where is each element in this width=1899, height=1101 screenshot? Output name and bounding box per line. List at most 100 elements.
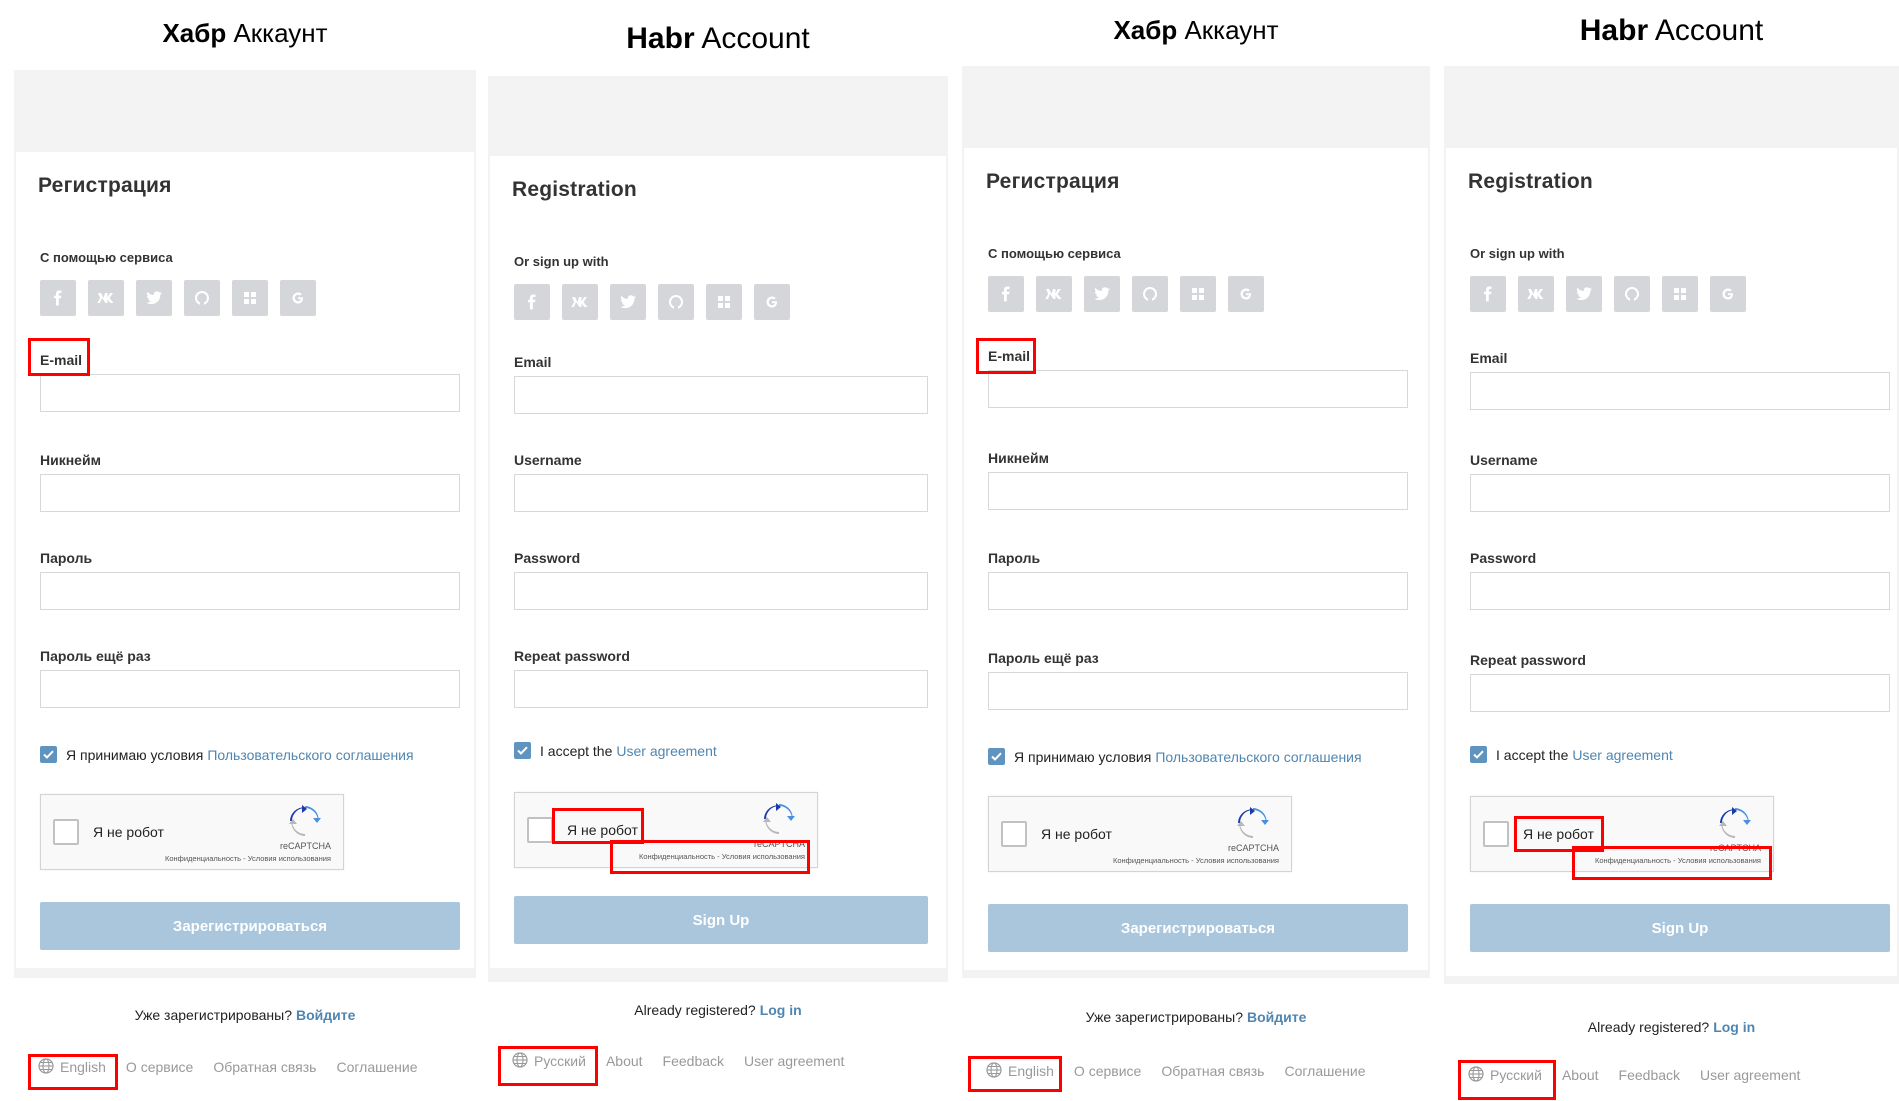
recaptcha-checkbox[interactable] <box>1001 821 1027 847</box>
brand-logo[interactable]: Habr Account <box>488 22 948 56</box>
user-agreement-link[interactable]: User agreement <box>1572 747 1672 763</box>
twitter-login-button[interactable] <box>610 284 646 320</box>
vk-login-button[interactable] <box>1518 276 1554 312</box>
social-signup-label: Or sign up with <box>514 254 609 269</box>
github-login-button[interactable] <box>658 284 694 320</box>
password-input[interactable] <box>40 572 460 610</box>
agreement-checkbox[interactable] <box>1470 746 1487 763</box>
vk-login-button[interactable] <box>88 280 124 316</box>
password-input[interactable] <box>988 572 1408 610</box>
signup-button[interactable]: Sign Up <box>1470 904 1890 952</box>
footer-about-link[interactable]: О сервисе <box>1074 1063 1141 1079</box>
facebook-login-button[interactable] <box>1470 276 1506 312</box>
repeat-password-input[interactable] <box>514 670 928 708</box>
repeat-password-input[interactable] <box>1470 674 1890 712</box>
footer-feedback-link[interactable]: Feedback <box>1619 1067 1680 1083</box>
microsoft-login-button[interactable] <box>232 280 268 316</box>
email-input[interactable] <box>514 376 928 414</box>
footer-agreement-link[interactable]: User agreement <box>744 1053 844 1069</box>
username-input[interactable] <box>1470 474 1890 512</box>
recaptcha-icon <box>289 805 321 842</box>
recaptcha-label: Я не робот <box>1041 826 1112 842</box>
agreement-checkbox[interactable] <box>514 742 531 759</box>
footer-about-link[interactable]: About <box>606 1053 643 1069</box>
registration-card: Регистрация С помощью сервиса E-mail Никней… <box>964 148 1428 970</box>
email-input[interactable] <box>40 374 460 412</box>
repeat-password-input[interactable] <box>40 670 460 708</box>
github-login-button[interactable] <box>1614 276 1650 312</box>
google-login-button[interactable] <box>280 280 316 316</box>
github-icon <box>668 294 684 310</box>
github-login-button[interactable] <box>1132 276 1168 312</box>
login-link[interactable]: Log in <box>1713 1019 1755 1035</box>
recaptcha-terms-link[interactable]: Конфиденциальность - Условия использован… <box>639 852 805 861</box>
facebook-login-button[interactable] <box>514 284 550 320</box>
password-input[interactable] <box>514 572 928 610</box>
recaptcha-terms-link[interactable]: Конфиденциальность - Условия использован… <box>1595 856 1761 865</box>
github-login-button[interactable] <box>184 280 220 316</box>
google-login-button[interactable] <box>1228 276 1264 312</box>
recaptcha-widget: Я не робот reCAPTCHA Конфиденциальность - … <box>514 792 818 868</box>
login-link[interactable]: Войдите <box>1247 1009 1306 1025</box>
brand-logo[interactable]: Хабр Аккаунт <box>14 18 476 49</box>
language-switch[interactable]: Русский <box>1468 1065 1542 1085</box>
email-input[interactable] <box>1470 372 1890 410</box>
user-agreement-link[interactable]: Пользовательского соглашения <box>207 747 413 763</box>
microsoft-login-button[interactable] <box>1662 276 1698 312</box>
language-switch[interactable]: English <box>38 1057 106 1077</box>
vk-login-button[interactable] <box>562 284 598 320</box>
recaptcha-checkbox[interactable] <box>53 819 79 845</box>
facebook-login-button[interactable] <box>40 280 76 316</box>
agreement-checkbox[interactable] <box>988 748 1005 765</box>
login-link[interactable]: Log in <box>760 1002 802 1018</box>
recaptcha-terms-link[interactable]: Конфиденциальность - Условия использован… <box>165 854 331 863</box>
recaptcha-terms-link[interactable]: Конфиденциальность - Условия использован… <box>1113 856 1279 865</box>
recaptcha-checkbox[interactable] <box>527 817 553 843</box>
microsoft-login-button[interactable] <box>706 284 742 320</box>
signup-button[interactable]: Sign Up <box>514 896 928 944</box>
user-agreement-link[interactable]: User agreement <box>616 743 716 759</box>
footer-feedback-link[interactable]: Обратная связь <box>213 1059 316 1075</box>
signup-button[interactable]: Зарегистрироваться <box>988 904 1408 952</box>
google-login-button[interactable] <box>1710 276 1746 312</box>
username-input[interactable] <box>40 474 460 512</box>
microsoft-login-button[interactable] <box>1180 276 1216 312</box>
footer-about-link[interactable]: О сервисе <box>126 1059 193 1075</box>
twitter-login-button[interactable] <box>1084 276 1120 312</box>
signup-button[interactable]: Зарегистрироваться <box>40 902 460 950</box>
twitter-icon <box>620 295 636 309</box>
google-login-button[interactable] <box>754 284 790 320</box>
login-link[interactable]: Войдите <box>296 1007 355 1023</box>
user-agreement-link[interactable]: Пользовательского соглашения <box>1155 749 1361 765</box>
footer-agreement-link[interactable]: User agreement <box>1700 1067 1800 1083</box>
username-input[interactable] <box>514 474 928 512</box>
password-input[interactable] <box>1470 572 1890 610</box>
footer-agreement-link[interactable]: Соглашение <box>336 1059 417 1075</box>
facebook-icon <box>1480 286 1496 302</box>
repeat-password-input[interactable] <box>988 672 1408 710</box>
footer-agreement-link[interactable]: Соглашение <box>1284 1063 1365 1079</box>
email-input[interactable] <box>988 370 1408 408</box>
registration-card: Registration Or sign up with Email Username… <box>1446 148 1897 976</box>
footer-about-link[interactable]: About <box>1562 1067 1599 1083</box>
footer-feedback-link[interactable]: Feedback <box>663 1053 724 1069</box>
twitter-icon <box>146 291 162 305</box>
language-switch[interactable]: Русский <box>512 1051 586 1071</box>
facebook-login-button[interactable] <box>988 276 1024 312</box>
brand-logo[interactable]: Habr Account <box>1444 14 1899 48</box>
vk-login-button[interactable] <box>1036 276 1072 312</box>
brand-logo[interactable]: Хабр Аккаунт <box>962 15 1430 46</box>
facebook-icon <box>998 286 1014 302</box>
twitter-login-button[interactable] <box>136 280 172 316</box>
agreement-checkbox[interactable] <box>40 746 57 763</box>
vk-icon <box>1045 288 1063 300</box>
globe-icon <box>986 1061 1008 1081</box>
language-label: Русский <box>1490 1067 1542 1083</box>
repeat-password-label: Repeat password <box>514 648 630 664</box>
recaptcha-checkbox[interactable] <box>1483 821 1509 847</box>
twitter-login-button[interactable] <box>1566 276 1602 312</box>
recaptcha-widget: Я не робот reCAPTCHA Конфиденциальность - … <box>988 796 1292 872</box>
username-input[interactable] <box>988 472 1408 510</box>
language-switch[interactable]: English <box>986 1061 1054 1081</box>
footer-feedback-link[interactable]: Обратная связь <box>1161 1063 1264 1079</box>
